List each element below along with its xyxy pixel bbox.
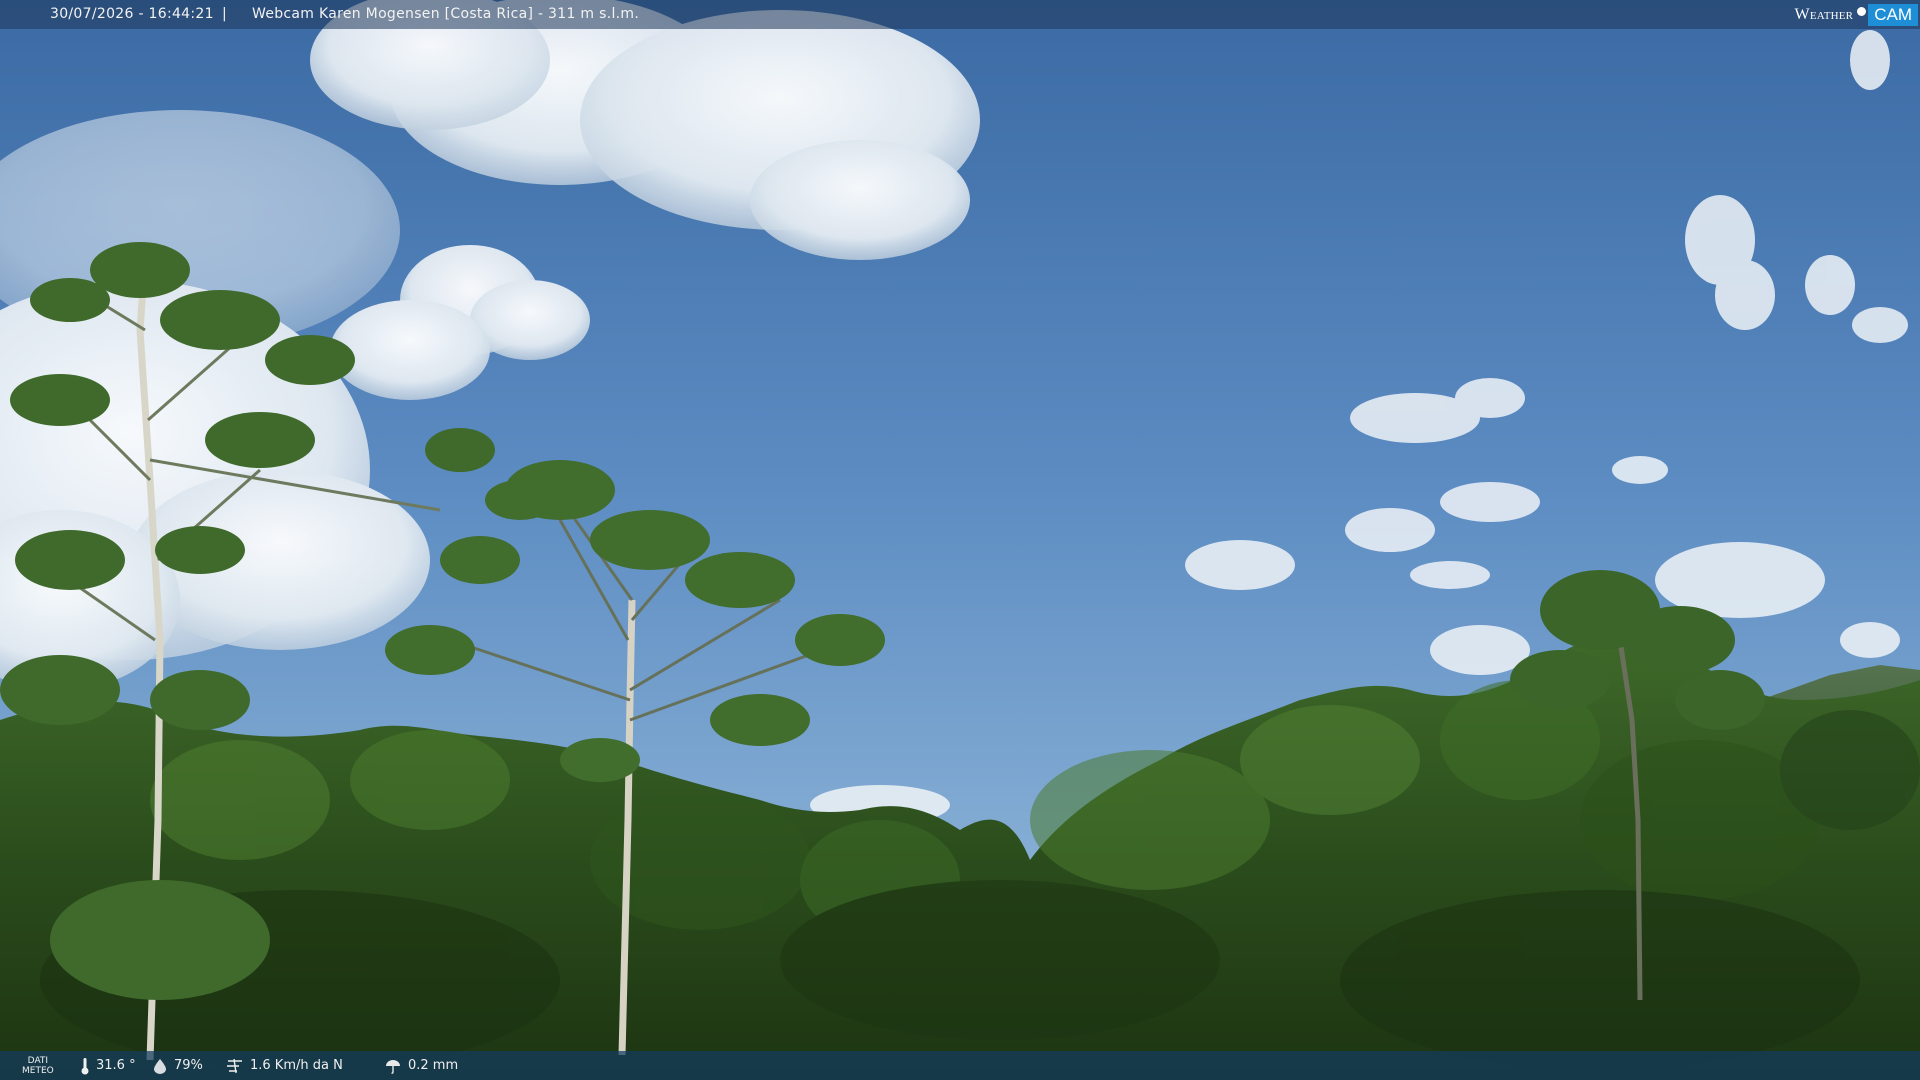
- logo-cam-text: CAM: [1868, 3, 1918, 26]
- info-separator: |: [222, 6, 227, 22]
- humidity-drop-icon: [154, 1058, 166, 1074]
- wind-value: 1.6 Km/h da N: [250, 1058, 343, 1073]
- rain-icon: [386, 1059, 400, 1074]
- logo-dot-icon: [1857, 7, 1867, 16]
- humidity-value: 79%: [174, 1058, 203, 1073]
- meteo-label: DATI METEO: [22, 1056, 54, 1076]
- wind-reading: 1.6 Km/h da N: [226, 1051, 343, 1080]
- webcam-timestamp: 30/07/2026 - 16:44:21: [50, 6, 214, 22]
- wind-icon: [227, 1058, 242, 1073]
- webcam-info-bar: 30/07/2026 - 16:44:21 | Webcam Karen Mog…: [0, 0, 1920, 29]
- meteo-data-bar: DATI METEO 31.6 ° 79% 1.6 Km/h da N 0.2 …: [0, 1051, 1920, 1080]
- webcam-scene: [0, 0, 1920, 1080]
- weathercam-logo[interactable]: Weather CAM: [1795, 0, 1920, 29]
- temperature-reading: 31.6 °: [80, 1051, 136, 1080]
- humidity-reading: 79%: [152, 1051, 203, 1080]
- webcam-title: Webcam Karen Mogensen [Costa Rica] - 311…: [252, 6, 640, 22]
- meteo-label-line2: METEO: [22, 1066, 54, 1076]
- rain-value: 0.2 mm: [408, 1058, 459, 1073]
- webcam-frame: 30/07/2026 - 16:44:21 | Webcam Karen Mog…: [0, 0, 1920, 1080]
- meteo-label-line1: DATI: [27, 1056, 49, 1066]
- rain-reading: 0.2 mm: [384, 1051, 458, 1080]
- temperature-value: 31.6 °: [96, 1058, 136, 1073]
- thermometer-icon: [81, 1057, 89, 1074]
- logo-weather-text: Weather: [1794, 5, 1854, 23]
